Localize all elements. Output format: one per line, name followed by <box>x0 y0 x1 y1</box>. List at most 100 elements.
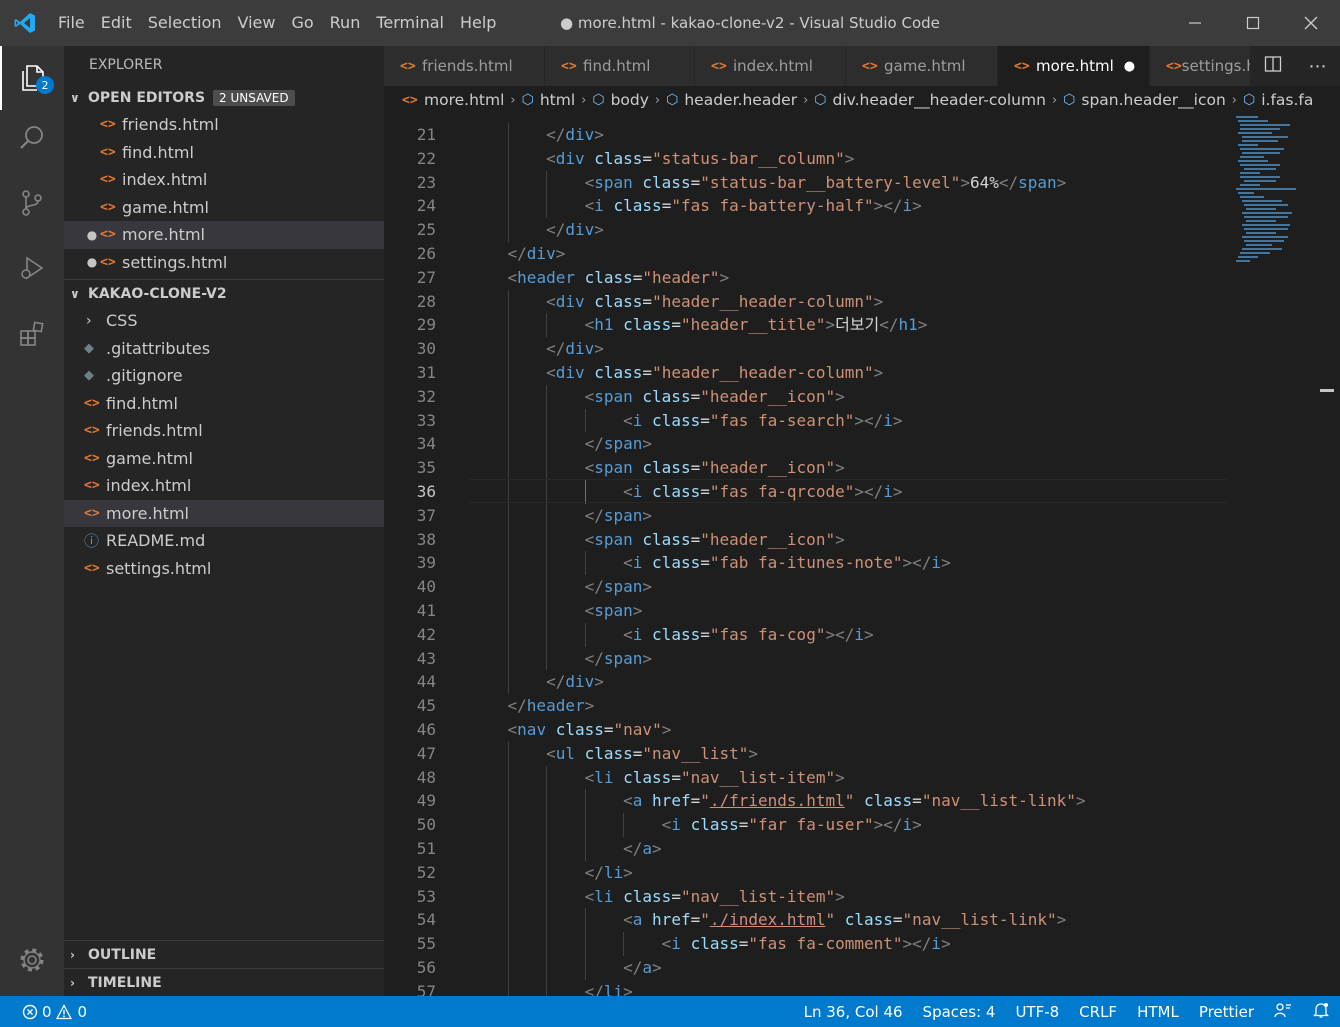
menu-view[interactable]: View <box>230 0 284 46</box>
code-line[interactable]: <li class="nav__list-item"> <box>469 885 845 909</box>
breadcrumb-item[interactable]: ⬡ html › <box>522 91 593 109</box>
tab-index[interactable]: <> index.html <box>695 46 846 86</box>
source-control-icon[interactable] <box>0 171 64 235</box>
tab-game[interactable]: <> game.html <box>846 46 998 86</box>
menu-go[interactable]: Go <box>283 0 321 46</box>
open-editor-item[interactable]: ● <> more.html <box>64 221 384 249</box>
tab-settings[interactable]: <>settings.html <box>1150 46 1265 86</box>
code-line[interactable]: </span> <box>469 504 652 528</box>
code-editor[interactable]: 21 22 23 24 25 26 27 28 29 30 31 32 33 34 35 36 37 38 39 40… <box>384 114 1340 996</box>
code-line[interactable]: <div class="header__header-column"> <box>469 290 883 314</box>
file-item[interactable]: ◆ .gitattributes <box>64 335 384 363</box>
code-line[interactable]: <span class="header__icon"> <box>469 456 845 480</box>
cursor-position[interactable]: Ln 36, Col 46 <box>794 1003 913 1021</box>
code-line[interactable]: </div> <box>469 670 604 694</box>
notifications-bell-icon[interactable] <box>1302 1001 1340 1023</box>
project-section[interactable]: ∨ KAKAO-CLONE-V2 <box>64 280 384 307</box>
folder-item[interactable]: › CSS <box>64 307 384 335</box>
code-line[interactable]: <span class="header__icon"> <box>469 528 845 552</box>
minimize-button[interactable] <box>1166 0 1224 46</box>
code-line[interactable]: </span> <box>469 647 652 671</box>
code-line[interactable]: <header class="header"> <box>469 266 730 290</box>
breadcrumb-item[interactable]: ⬡ span.header__icon › <box>1063 91 1243 109</box>
code-line[interactable]: </div> <box>469 123 604 147</box>
outline-section[interactable]: › OUTLINE <box>64 940 384 968</box>
open-editor-item[interactable]: ● <> settings.html <box>64 249 384 277</box>
feedback-icon[interactable] <box>1264 1001 1302 1023</box>
code-line[interactable]: </span> <box>469 575 652 599</box>
open-editor-item[interactable]: <> index.html <box>64 166 384 194</box>
menu-run[interactable]: Run <box>322 0 369 46</box>
explorer-icon[interactable]: 2 <box>0 46 64 110</box>
minimap[interactable] <box>1228 114 1324 996</box>
split-editor-icon[interactable] <box>1264 55 1282 78</box>
code-line[interactable]: </header> <box>469 694 595 718</box>
tab-find[interactable]: <> find.html <box>545 46 695 86</box>
code-line[interactable]: <div class="header__header-column"> <box>469 361 883 385</box>
breadcrumb-item[interactable]: <> more.html › <box>402 91 522 109</box>
encoding[interactable]: UTF-8 <box>1005 1003 1069 1021</box>
file-item[interactable]: ⓘ README.md <box>64 527 384 555</box>
code-line[interactable]: <ul class="nav__list"> <box>469 742 758 766</box>
code-line[interactable]: <i class="far fa-user"></i> <box>469 813 922 837</box>
code-line[interactable]: </a> <box>469 837 662 861</box>
tab-friends[interactable]: <> friends.html <box>384 46 545 86</box>
code-line[interactable]: <span class="status-bar__battery-level">… <box>469 171 1067 195</box>
menu-file[interactable]: File <box>50 0 93 46</box>
breadcrumb-item[interactable]: ⬡ div.header__header-column › <box>814 91 1063 109</box>
code-line[interactable]: </li> <box>469 861 633 885</box>
line-ending[interactable]: CRLF <box>1069 1003 1127 1021</box>
file-item[interactable]: <> settings.html <box>64 555 384 583</box>
code-line[interactable]: <span> <box>469 599 643 623</box>
file-item[interactable]: <> game.html <box>64 445 384 473</box>
code-line[interactable]: </div> <box>469 337 604 361</box>
open-editor-item[interactable]: <> friends.html <box>64 111 384 139</box>
open-editor-item[interactable]: <> find.html <box>64 139 384 167</box>
indentation[interactable]: Spaces: 4 <box>913 1003 1006 1021</box>
file-item[interactable]: <> find.html <box>64 390 384 418</box>
code-line[interactable]: </a> <box>469 956 662 980</box>
code-line[interactable]: <li class="nav__list-item"> <box>469 766 845 790</box>
file-item[interactable]: <> more.html <box>64 499 384 527</box>
code-line[interactable]: <h1 class="header__title">더보기</h1> <box>469 313 928 337</box>
timeline-section[interactable]: › TIMELINE <box>64 968 384 996</box>
file-item[interactable]: <> index.html <box>64 472 384 500</box>
file-item[interactable]: <> friends.html <box>64 417 384 445</box>
language-mode[interactable]: HTML <box>1127 1003 1189 1021</box>
editor-scrollbar[interactable] <box>1320 114 1340 996</box>
run-debug-icon[interactable] <box>0 236 64 300</box>
code-line[interactable]: </span> <box>469 432 652 456</box>
unsaved-dot-icon[interactable]: ● <box>84 228 100 242</box>
code-line[interactable]: <i class="fas fa-battery-half"></i> <box>469 194 922 218</box>
menu-selection[interactable]: Selection <box>140 0 230 46</box>
code-line[interactable]: <i class="fas fa-cog"></i> <box>469 623 874 647</box>
code-line[interactable]: <nav class="nav"> <box>469 718 672 742</box>
tab-more[interactable]: <> more.html ● <box>998 46 1150 86</box>
close-window-button[interactable] <box>1282 0 1340 46</box>
code-line[interactable]: <i class="fab fa-itunes-note"></i> <box>469 551 951 575</box>
breadcrumb-item[interactable]: ⬡ i.fas.fa <box>1243 91 1313 109</box>
prettier-status[interactable]: Prettier <box>1189 1003 1264 1021</box>
menu-help[interactable]: Help <box>452 0 504 46</box>
code-line[interactable]: </li> <box>469 980 633 996</box>
unsaved-dot-icon[interactable]: ● <box>1124 59 1135 74</box>
open-editor-item[interactable]: <> game.html <box>64 194 384 222</box>
menu-terminal[interactable]: Terminal <box>368 0 452 46</box>
code-line[interactable]: <div class="status-bar__column"> <box>469 147 854 171</box>
file-item[interactable]: ◆ .gitignore <box>64 362 384 390</box>
code-line[interactable]: <a href="./index.html" class="nav__list-… <box>469 908 1066 932</box>
maximize-button[interactable] <box>1224 0 1282 46</box>
search-icon[interactable] <box>0 106 64 170</box>
breadcrumb-item[interactable]: ⬡ header.header › <box>666 91 814 109</box>
code-line[interactable]: <i class="fas fa-search"></i> <box>469 409 902 433</box>
code-line[interactable]: <i class="fas fa-comment"></i> <box>469 932 951 956</box>
code-line[interactable]: </div> <box>469 218 604 242</box>
menu-edit[interactable]: Edit <box>93 0 140 46</box>
breadcrumb-item[interactable]: ⬡ body › <box>592 91 666 109</box>
extensions-icon[interactable] <box>0 302 64 366</box>
code-line[interactable]: </div> <box>469 242 566 266</box>
problems-indicator[interactable]: 0 0 <box>0 1003 87 1021</box>
code-line[interactable]: <span class="header__icon"> <box>469 385 845 409</box>
open-editors-section[interactable]: ∨ OPEN EDITORS 2 UNSAVED <box>64 84 384 111</box>
unsaved-dot-icon[interactable]: ● <box>84 255 100 269</box>
